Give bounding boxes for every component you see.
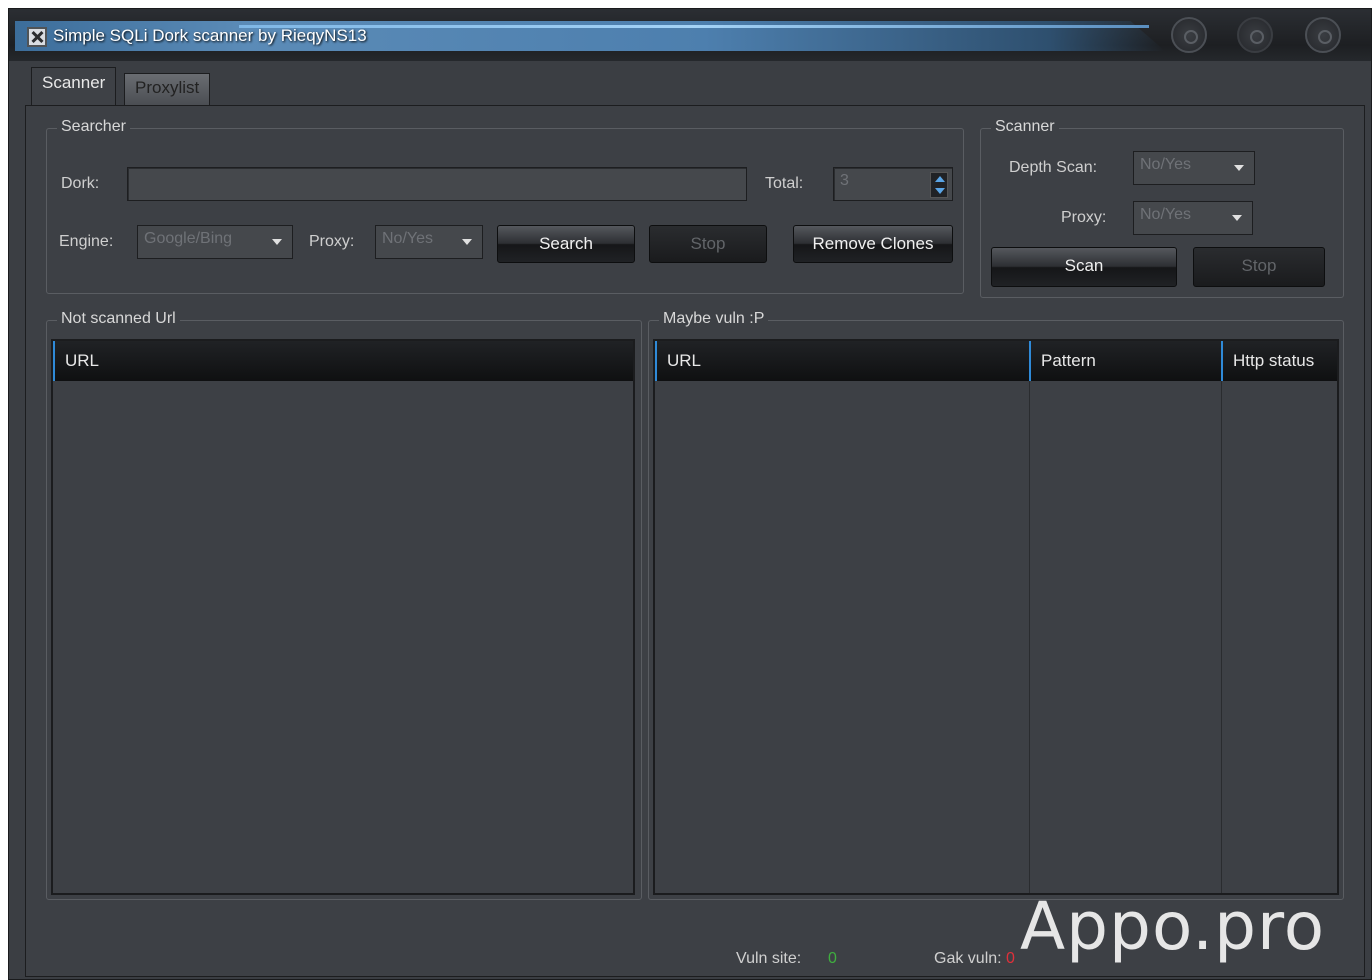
spinner-arrows-icon[interactable] (930, 172, 948, 198)
scanner-group-title: Scanner (991, 118, 1059, 136)
searcher-group: Searcher Dork: Total: 3 Engine: Google/B… (46, 118, 964, 294)
vuln-site-label: Vuln site: (736, 950, 802, 967)
column-header-url[interactable]: URL (53, 341, 633, 381)
searcher-group-title: Searcher (57, 118, 130, 136)
vuln-site-count: 0 (828, 950, 837, 967)
proxy-label: Proxy: (309, 233, 355, 250)
column-header-url[interactable]: URL (655, 341, 1029, 381)
list-header: URL Pattern Http status (655, 341, 1337, 381)
depth-scan-select[interactable]: No/Yes (1133, 151, 1255, 185)
watermark: Appo.pro (1020, 888, 1326, 965)
title-bar-highlight (239, 25, 1149, 28)
column-header-http-status[interactable]: Http status (1221, 341, 1339, 381)
window-title: Simple SQLi Dork scanner by RieqyNS13 (53, 26, 367, 45)
not-scanned-list[interactable]: URL (51, 339, 635, 895)
close-icon[interactable] (1305, 17, 1341, 53)
not-scanned-group-title: Not scanned Url (57, 310, 180, 328)
engine-select-value: Google/Bing (144, 230, 233, 247)
maybe-vuln-group-title: Maybe vuln :P (659, 310, 769, 328)
chevron-down-icon (1232, 215, 1242, 221)
gak-vuln-count: 0 (1006, 950, 1015, 967)
not-scanned-group: Not scanned Url URL (46, 310, 642, 900)
column-header-pattern[interactable]: Pattern (1029, 341, 1221, 381)
maximize-icon[interactable] (1237, 17, 1273, 53)
stop-search-button[interactable]: Stop (649, 225, 767, 263)
search-button[interactable]: Search (497, 225, 635, 263)
scanner-tab-pane: Searcher Dork: Total: 3 Engine: Google/B… (25, 105, 1365, 977)
tab-scanner[interactable]: Scanner (31, 67, 117, 107)
maybe-vuln-list[interactable]: URL Pattern Http status (653, 339, 1339, 895)
app-icon (27, 27, 47, 47)
engine-label: Engine: (59, 233, 114, 250)
engine-select[interactable]: Google/Bing (137, 225, 293, 259)
chevron-down-icon (462, 239, 472, 245)
tab-proxylist[interactable]: Proxylist (124, 73, 211, 105)
chevron-down-icon (1234, 165, 1244, 171)
chevron-down-icon (272, 239, 282, 245)
app-window: Simple SQLi Dork scanner by RieqyNS13 Sc… (8, 8, 1372, 980)
total-value: 3 (840, 172, 849, 189)
list-header: URL (53, 341, 633, 381)
dork-label: Dork: (61, 175, 100, 192)
total-label: Total: (765, 175, 804, 192)
stop-scan-button[interactable]: Stop (1193, 247, 1325, 287)
minimize-icon[interactable] (1171, 17, 1207, 53)
column-divider (1221, 381, 1222, 893)
total-stepper[interactable]: 3 (833, 167, 953, 201)
maybe-vuln-group: Maybe vuln :P URL Pattern Http status (648, 310, 1344, 900)
scan-button[interactable]: Scan (991, 247, 1177, 287)
depth-scan-value: No/Yes (1140, 156, 1191, 173)
scanner-proxy-label: Proxy: (1061, 209, 1107, 226)
title-bar[interactable]: Simple SQLi Dork scanner by RieqyNS13 (9, 9, 1371, 61)
scanner-proxy-select[interactable]: No/Yes (1133, 201, 1253, 235)
dork-input[interactable] (127, 167, 747, 201)
scanner-group: Scanner Depth Scan: No/Yes Proxy: No/Yes… (980, 118, 1344, 298)
column-divider (1029, 381, 1030, 893)
gak-vuln-label: Gak vuln: (934, 950, 1002, 967)
proxy-select[interactable]: No/Yes (375, 225, 483, 259)
proxy-select-value: No/Yes (382, 230, 433, 247)
depth-scan-label: Depth Scan: (1009, 159, 1098, 176)
remove-clones-button[interactable]: Remove Clones (793, 225, 953, 263)
scanner-proxy-value: No/Yes (1140, 206, 1191, 223)
